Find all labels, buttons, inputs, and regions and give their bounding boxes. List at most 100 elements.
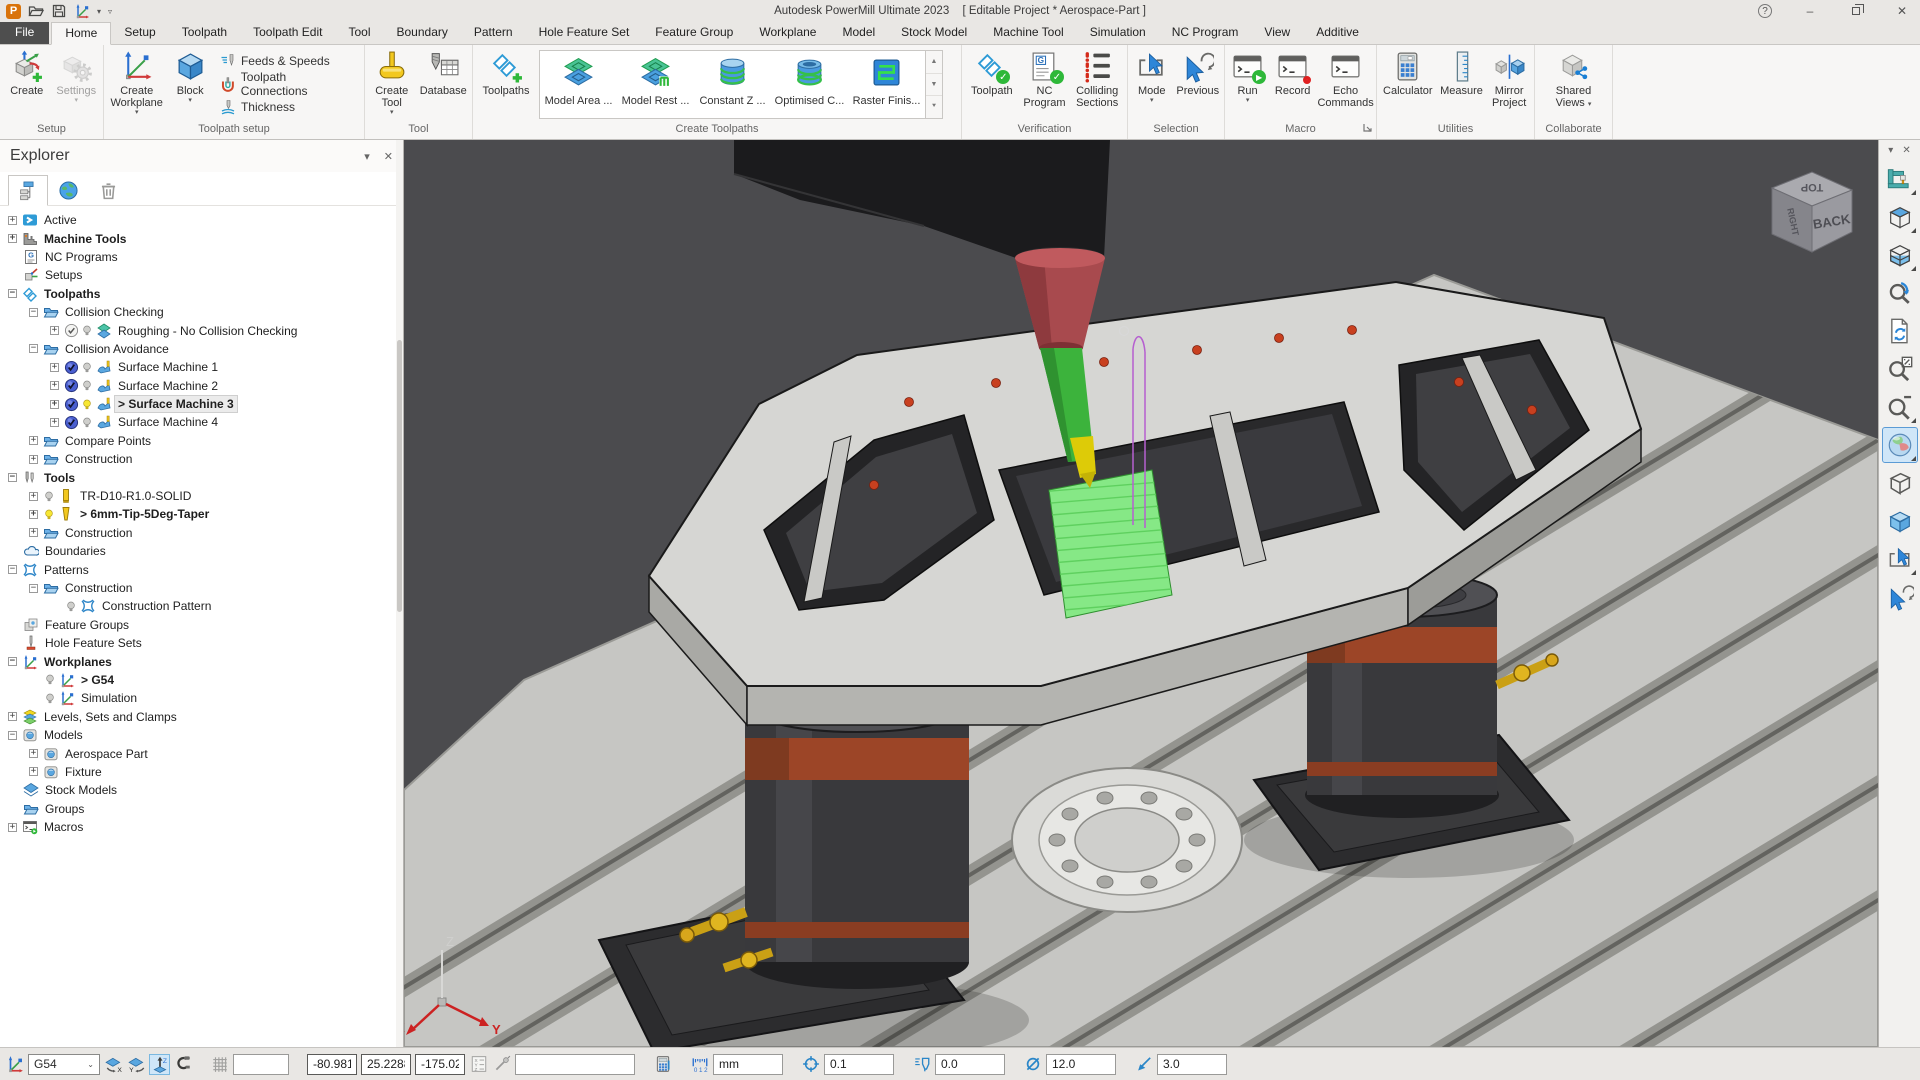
block-button[interactable]: Block ▾ [167, 48, 213, 122]
tolerance-field[interactable] [824, 1054, 894, 1075]
tab-view[interactable]: View [1251, 21, 1303, 44]
probe-icon[interactable] [492, 1055, 511, 1074]
tree-item[interactable]: +Construction [0, 450, 403, 468]
visibility-bulb-icon[interactable] [81, 324, 93, 337]
tree-item[interactable]: +Surface Machine 4 [0, 413, 403, 431]
tab-pattern[interactable]: Pattern [461, 21, 526, 44]
tree-item[interactable]: > G54 [0, 671, 403, 689]
expand-icon[interactable]: + [8, 234, 17, 243]
tree-item[interactable]: Simulation [0, 689, 403, 707]
tree-item-label[interactable]: Toolpaths [41, 286, 103, 302]
echo-commands-button[interactable]: Echo Commands [1317, 48, 1374, 122]
expand-icon[interactable]: + [29, 455, 38, 464]
tree-item[interactable]: −Collision Avoidance [0, 340, 403, 358]
toolpath-computed-check-icon[interactable] [64, 360, 79, 375]
close-icon[interactable]: ✕ [1894, 3, 1910, 19]
collapse-icon[interactable]: − [8, 473, 17, 482]
tree-item-label[interactable]: Levels, Sets and Clamps [41, 709, 180, 725]
visibility-bulb-icon[interactable] [44, 673, 56, 686]
tree-item-label[interactable]: Tools [41, 470, 78, 486]
tree-item-label[interactable]: Construction [62, 525, 135, 541]
tree-item[interactable]: +Aerospace Part [0, 744, 403, 762]
setup-settings-button[interactable]: Settings ▾ [52, 48, 102, 122]
tree-item-label[interactable]: NC Programs [42, 249, 121, 265]
tree-item[interactable]: +Active [0, 211, 403, 229]
visibility-bulb-icon[interactable] [44, 692, 56, 705]
visibility-bulb-icon[interactable] [81, 379, 93, 392]
gallery-scroll-down-icon[interactable]: ▼ [926, 74, 942, 97]
tree-item-label[interactable]: Models [41, 727, 86, 743]
visibility-bulb-icon[interactable] [81, 398, 93, 411]
create-workplane-button[interactable]: Create Workplane ▾ [106, 48, 167, 122]
tab-tool[interactable]: Tool [335, 21, 383, 44]
tree-item-label[interactable]: Roughing - No Collision Checking [115, 323, 300, 339]
expand-icon[interactable]: + [50, 381, 59, 390]
workplane-select[interactable]: G54⌄ [28, 1054, 100, 1075]
tab-workplane[interactable]: Workplane [746, 21, 829, 44]
tree-item-label[interactable]: Aerospace Part [62, 746, 151, 762]
tree-item[interactable]: −Workplanes [0, 652, 403, 670]
tree-item[interactable]: +Compare Points [0, 432, 403, 450]
previous-select-button[interactable] [1883, 580, 1917, 614]
tree-item[interactable]: − Toolpaths [0, 285, 403, 303]
tab-simulation[interactable]: Simulation [1077, 21, 1159, 44]
create-workplane-caret[interactable]: ▾ [135, 109, 139, 116]
toolpath-connections-button[interactable]: Toolpath Connections [215, 73, 360, 95]
tree-item-label[interactable]: Macros [41, 819, 86, 835]
rotate-y-icon[interactable] [127, 1055, 146, 1074]
feeds-speeds-button[interactable]: Feeds & Speeds [215, 50, 360, 72]
wireframe-view-button[interactable] [1883, 466, 1917, 500]
thickness-field[interactable] [935, 1054, 1005, 1075]
expand-icon[interactable]: + [8, 823, 17, 832]
expand-icon[interactable]: + [8, 712, 17, 721]
minimize-icon[interactable]: – [1802, 3, 1818, 19]
measure-button[interactable]: Measure [1437, 48, 1487, 122]
collapse-icon[interactable]: − [8, 657, 17, 666]
calculator-button[interactable]: Calculator [1379, 48, 1437, 122]
tab-machine-tool[interactable]: Machine Tool [980, 21, 1077, 44]
tree-item[interactable]: Boundaries [0, 542, 403, 560]
selection-mode-button[interactable]: Mode ▾ [1130, 48, 1174, 122]
tree-item[interactable]: +Construction [0, 524, 403, 542]
tree-item-label[interactable]: Simulation [78, 690, 140, 706]
tab-hole-feature-set[interactable]: Hole Feature Set [526, 21, 643, 44]
open-project-icon[interactable] [28, 3, 44, 19]
zoom-to-fit-button[interactable] [1883, 352, 1917, 386]
tab-toolpath[interactable]: Toolpath [169, 21, 240, 44]
create-setup-button[interactable]: Create [2, 48, 52, 122]
tree-item-label[interactable]: Setups [42, 267, 85, 283]
toolpath-computed-check-icon[interactable] [64, 323, 79, 338]
visibility-bulb-icon[interactable] [81, 361, 93, 374]
toolpaths-button[interactable]: Toolpaths [475, 48, 537, 122]
tree-item-label[interactable]: Hole Feature Sets [42, 635, 145, 651]
tree-item[interactable]: − Patterns [0, 560, 403, 578]
gallery-expand-icon[interactable]: ⯆ [926, 96, 942, 118]
colliding-sections-button[interactable]: Colliding Sections [1069, 48, 1125, 122]
toolpath-computed-check-icon[interactable] [64, 415, 79, 430]
thickness-button[interactable]: Thickness [215, 96, 360, 118]
tab-file[interactable]: File [0, 21, 49, 44]
collapse-icon[interactable]: − [8, 289, 17, 298]
tree-item[interactable]: +> Surface Machine 3 [0, 395, 403, 413]
tree-item[interactable]: +TR-D10-R1.0-SOLID [0, 487, 403, 505]
macro-run-button[interactable]: ▶ Run ▾ [1227, 48, 1268, 122]
tree-item[interactable]: Hole Feature Sets [0, 634, 403, 652]
explorer-tab-web[interactable] [48, 175, 88, 205]
shaded-view-button[interactable] [1883, 428, 1917, 462]
explorer-tab-tree[interactable] [8, 175, 48, 206]
tree-item-label[interactable]: Collision Avoidance [62, 341, 172, 357]
collapse-icon[interactable]: − [8, 565, 17, 574]
rotate-x-icon[interactable] [104, 1055, 123, 1074]
shared-views-button[interactable]: Shared Views ▾ [1546, 48, 1602, 122]
expand-icon[interactable]: + [50, 326, 59, 335]
previous-selection-button[interactable]: Previous [1174, 48, 1222, 122]
tree-item-label[interactable]: > G54 [78, 672, 117, 688]
tree-item-label[interactable]: Surface Machine 2 [115, 378, 221, 394]
tree-item[interactable]: +Fixture [0, 763, 403, 781]
workplane-dropdown-caret[interactable]: ▾ [97, 7, 101, 16]
tree-item-label[interactable]: Fixture [62, 764, 105, 780]
tree-item-label[interactable]: Patterns [41, 562, 92, 578]
refresh-shading-button[interactable] [1883, 314, 1917, 348]
clamp-icon[interactable] [173, 1055, 192, 1074]
help-icon[interactable]: ? [1758, 4, 1772, 18]
